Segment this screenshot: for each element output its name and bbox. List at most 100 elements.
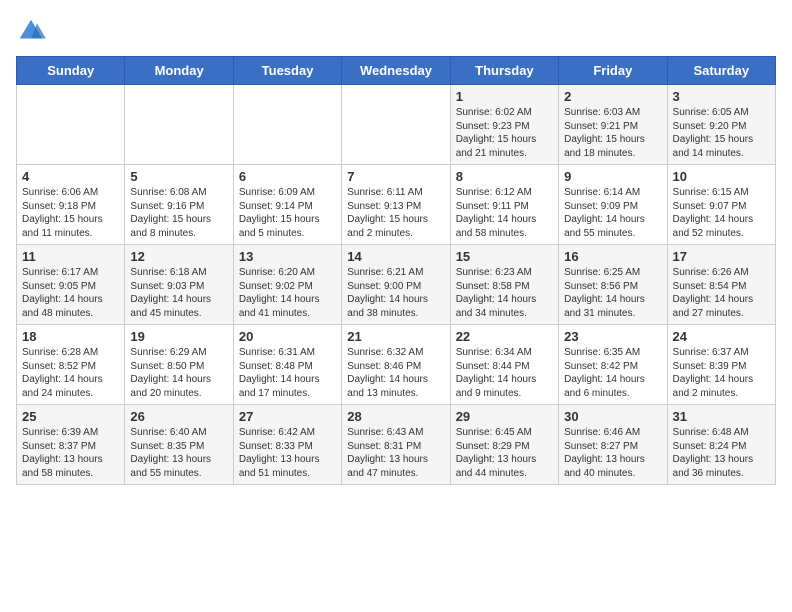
day-info: Sunrise: 6:18 AM Sunset: 9:03 PM Dayligh… bbox=[130, 266, 227, 320]
calendar-day-cell: 19 Sunrise: 6:29 AM Sunset: 8:50 PM Dayli… bbox=[125, 325, 233, 405]
day-info: Sunrise: 6:32 AM Sunset: 8:46 PM Dayligh… bbox=[347, 346, 444, 400]
day-number: 1 bbox=[456, 89, 553, 104]
day-info: Sunrise: 6:15 AM Sunset: 9:07 PM Dayligh… bbox=[673, 186, 770, 240]
calendar-day-cell: 12Sunrise: 6:18 AM Sunset: 9:03 PM Dayli… bbox=[125, 245, 233, 325]
day-info: Sunrise: 6:05 AM Sunset: 9:20 PM Dayligh… bbox=[673, 106, 770, 160]
calendar-day-cell: 14 Sunrise: 6:21 AM Sunset: 9:00 PM Dayli… bbox=[342, 245, 450, 325]
day-info: Sunrise: 6:40 AM Sunset: 8:35 PM Dayligh… bbox=[130, 426, 227, 480]
day-number: 8 bbox=[456, 169, 553, 184]
day-number: 10 bbox=[673, 169, 770, 184]
calendar-day-cell: 28 Sunrise: 6:43 AM Sunset: 8:31 PM Dayli… bbox=[342, 405, 450, 485]
day-info: Sunrise: 6:28 AM Sunset: 8:52 PM Dayligh… bbox=[22, 346, 119, 400]
day-number: 4 bbox=[22, 169, 119, 184]
day-info: Sunrise: 6:42 AM Sunset: 8:33 PM Dayligh… bbox=[239, 426, 336, 480]
weekday-header: Monday bbox=[125, 57, 233, 85]
day-number: 25 bbox=[22, 409, 119, 424]
day-info: Sunrise: 6:34 AM Sunset: 8:44 PM Dayligh… bbox=[456, 346, 553, 400]
day-number: 20 bbox=[239, 329, 336, 344]
calendar-table: SundayMondayTuesdayWednesdayThursdayFrid… bbox=[16, 56, 776, 485]
day-number: 28 bbox=[347, 409, 444, 424]
day-number: 22 bbox=[456, 329, 553, 344]
calendar-day-cell: 24 Sunrise: 6:37 AM Sunset: 8:39 PM Dayli… bbox=[667, 325, 775, 405]
day-number: 29 bbox=[456, 409, 553, 424]
day-info: Sunrise: 6:48 AM Sunset: 8:24 PM Dayligh… bbox=[673, 426, 770, 480]
logo bbox=[16, 16, 50, 46]
day-number: 13 bbox=[239, 249, 336, 264]
day-number: 24 bbox=[673, 329, 770, 344]
day-info: Sunrise: 6:43 AM Sunset: 8:31 PM Dayligh… bbox=[347, 426, 444, 480]
day-number: 3 bbox=[673, 89, 770, 104]
day-info: Sunrise: 6:11 AM Sunset: 9:13 PM Dayligh… bbox=[347, 186, 444, 240]
day-number: 21 bbox=[347, 329, 444, 344]
calendar-day-cell: 1 Sunrise: 6:02 AM Sunset: 9:23 PM Daylig… bbox=[450, 85, 558, 165]
day-info: Sunrise: 6:45 AM Sunset: 8:29 PM Dayligh… bbox=[456, 426, 553, 480]
calendar-week-row: 11Sunrise: 6:17 AM Sunset: 9:05 PM Dayli… bbox=[17, 245, 776, 325]
calendar-week-row: 18 Sunrise: 6:28 AM Sunset: 8:52 PM Dayli… bbox=[17, 325, 776, 405]
weekday-header: Thursday bbox=[450, 57, 558, 85]
day-number: 5 bbox=[130, 169, 227, 184]
day-number: 9 bbox=[564, 169, 661, 184]
day-info: Sunrise: 6:29 AM Sunset: 8:50 PM Dayligh… bbox=[130, 346, 227, 400]
day-number: 23 bbox=[564, 329, 661, 344]
day-info: Sunrise: 6:35 AM Sunset: 8:42 PM Dayligh… bbox=[564, 346, 661, 400]
day-info: Sunrise: 6:06 AM Sunset: 9:18 PM Dayligh… bbox=[22, 186, 119, 240]
day-number: 31 bbox=[673, 409, 770, 424]
calendar-day-cell: 3 Sunrise: 6:05 AM Sunset: 9:20 PM Daylig… bbox=[667, 85, 775, 165]
day-info: Sunrise: 6:31 AM Sunset: 8:48 PM Dayligh… bbox=[239, 346, 336, 400]
day-info: Sunrise: 6:25 AM Sunset: 8:56 PM Dayligh… bbox=[564, 266, 661, 320]
calendar-day-cell: 26 Sunrise: 6:40 AM Sunset: 8:35 PM Dayli… bbox=[125, 405, 233, 485]
day-info: Sunrise: 6:37 AM Sunset: 8:39 PM Dayligh… bbox=[673, 346, 770, 400]
weekday-header: Sunday bbox=[17, 57, 125, 85]
calendar-day-cell: 11Sunrise: 6:17 AM Sunset: 9:05 PM Dayli… bbox=[17, 245, 125, 325]
logo-icon bbox=[16, 16, 46, 46]
calendar-day-cell: 27 Sunrise: 6:42 AM Sunset: 8:33 PM Dayli… bbox=[233, 405, 341, 485]
calendar-day-cell bbox=[233, 85, 341, 165]
calendar-day-cell: 5 Sunrise: 6:08 AM Sunset: 9:16 PM Daylig… bbox=[125, 165, 233, 245]
calendar-day-cell: 31 Sunrise: 6:48 AM Sunset: 8:24 PM Dayli… bbox=[667, 405, 775, 485]
day-number: 18 bbox=[22, 329, 119, 344]
day-info: Sunrise: 6:08 AM Sunset: 9:16 PM Dayligh… bbox=[130, 186, 227, 240]
calendar-week-row: 1 Sunrise: 6:02 AM Sunset: 9:23 PM Daylig… bbox=[17, 85, 776, 165]
weekday-header-row: SundayMondayTuesdayWednesdayThursdayFrid… bbox=[17, 57, 776, 85]
page-header bbox=[16, 16, 776, 46]
day-number: 15 bbox=[456, 249, 553, 264]
day-number: 6 bbox=[239, 169, 336, 184]
day-info: Sunrise: 6:39 AM Sunset: 8:37 PM Dayligh… bbox=[22, 426, 119, 480]
calendar-day-cell: 9 Sunrise: 6:14 AM Sunset: 9:09 PM Daylig… bbox=[559, 165, 667, 245]
day-info: Sunrise: 6:46 AM Sunset: 8:27 PM Dayligh… bbox=[564, 426, 661, 480]
calendar-day-cell: 10 Sunrise: 6:15 AM Sunset: 9:07 PM Dayli… bbox=[667, 165, 775, 245]
calendar-day-cell: 17Sunrise: 6:26 AM Sunset: 8:54 PM Dayli… bbox=[667, 245, 775, 325]
calendar-day-cell bbox=[342, 85, 450, 165]
weekday-header: Tuesday bbox=[233, 57, 341, 85]
day-info: Sunrise: 6:12 AM Sunset: 9:11 PM Dayligh… bbox=[456, 186, 553, 240]
calendar-day-cell: 7 Sunrise: 6:11 AM Sunset: 9:13 PM Daylig… bbox=[342, 165, 450, 245]
calendar-day-cell: 13Sunrise: 6:20 AM Sunset: 9:02 PM Dayli… bbox=[233, 245, 341, 325]
calendar-day-cell: 4 Sunrise: 6:06 AM Sunset: 9:18 PM Daylig… bbox=[17, 165, 125, 245]
calendar-day-cell: 16 Sunrise: 6:25 AM Sunset: 8:56 PM Dayli… bbox=[559, 245, 667, 325]
calendar-day-cell: 23 Sunrise: 6:35 AM Sunset: 8:42 PM Dayli… bbox=[559, 325, 667, 405]
day-number: 17 bbox=[673, 249, 770, 264]
calendar-week-row: 25 Sunrise: 6:39 AM Sunset: 8:37 PM Dayli… bbox=[17, 405, 776, 485]
day-number: 19 bbox=[130, 329, 227, 344]
calendar-day-cell: 25 Sunrise: 6:39 AM Sunset: 8:37 PM Dayli… bbox=[17, 405, 125, 485]
weekday-header: Wednesday bbox=[342, 57, 450, 85]
calendar-day-cell: 15Sunrise: 6:23 AM Sunset: 8:58 PM Dayli… bbox=[450, 245, 558, 325]
day-info: Sunrise: 6:03 AM Sunset: 9:21 PM Dayligh… bbox=[564, 106, 661, 160]
calendar-day-cell: 21 Sunrise: 6:32 AM Sunset: 8:46 PM Dayli… bbox=[342, 325, 450, 405]
day-number: 16 bbox=[564, 249, 661, 264]
calendar-day-cell: 22 Sunrise: 6:34 AM Sunset: 8:44 PM Dayli… bbox=[450, 325, 558, 405]
day-number: 14 bbox=[347, 249, 444, 264]
day-info: Sunrise: 6:02 AM Sunset: 9:23 PM Dayligh… bbox=[456, 106, 553, 160]
day-info: Sunrise: 6:21 AM Sunset: 9:00 PM Dayligh… bbox=[347, 266, 444, 320]
day-info: Sunrise: 6:09 AM Sunset: 9:14 PM Dayligh… bbox=[239, 186, 336, 240]
day-number: 27 bbox=[239, 409, 336, 424]
day-info: Sunrise: 6:14 AM Sunset: 9:09 PM Dayligh… bbox=[564, 186, 661, 240]
day-number: 26 bbox=[130, 409, 227, 424]
weekday-header: Saturday bbox=[667, 57, 775, 85]
calendar-day-cell: 29 Sunrise: 6:45 AM Sunset: 8:29 PM Dayli… bbox=[450, 405, 558, 485]
day-number: 7 bbox=[347, 169, 444, 184]
day-number: 2 bbox=[564, 89, 661, 104]
calendar-day-cell: 30Sunrise: 6:46 AM Sunset: 8:27 PM Dayli… bbox=[559, 405, 667, 485]
calendar-day-cell: 8 Sunrise: 6:12 AM Sunset: 9:11 PM Daylig… bbox=[450, 165, 558, 245]
day-info: Sunrise: 6:17 AM Sunset: 9:05 PM Dayligh… bbox=[22, 266, 119, 320]
